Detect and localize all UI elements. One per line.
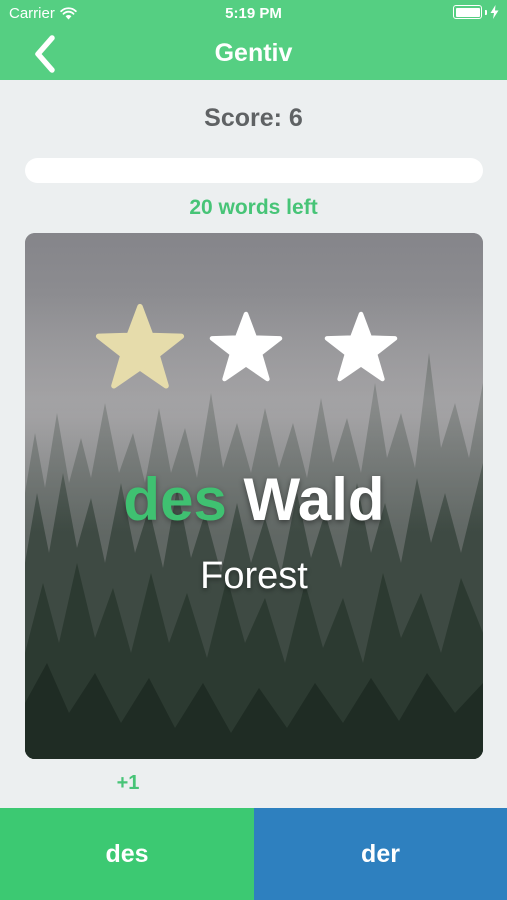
app-header: Carrier 5:19 PM Gentiv [0, 0, 507, 80]
battery-tip [485, 9, 487, 15]
star-empty-icon [209, 311, 283, 382]
answer-button-des[interactable]: des [0, 808, 254, 900]
word-card: des Wald Forest [25, 233, 483, 759]
progress-bar [25, 158, 483, 183]
answer-label: der [361, 839, 400, 868]
navigation-bar: Gentiv [0, 28, 507, 80]
back-button[interactable] [26, 32, 66, 76]
answer-label: des [105, 839, 149, 868]
word-heading: des Wald [25, 465, 483, 534]
score-label: Score: 6 [204, 104, 303, 132]
page-title: Gentiv [214, 39, 293, 67]
word-translation: Forest [200, 555, 308, 597]
words-left-label: 20 words left [189, 196, 318, 219]
chevron-left-icon [35, 35, 55, 73]
battery-group [453, 5, 499, 19]
star-rating [25, 303, 483, 393]
star-empty-icon [324, 311, 398, 382]
points-feedback: +1 [116, 772, 140, 794]
battery-icon [453, 5, 482, 19]
status-time: 5:19 PM [225, 5, 282, 22]
word-noun: Wald [243, 466, 385, 533]
word-article: des [123, 466, 227, 533]
answer-button-der[interactable]: der [254, 808, 507, 900]
status-bar: Carrier 5:19 PM [0, 0, 507, 28]
charging-bolt-icon [490, 5, 499, 19]
star-earned-icon [95, 303, 185, 389]
